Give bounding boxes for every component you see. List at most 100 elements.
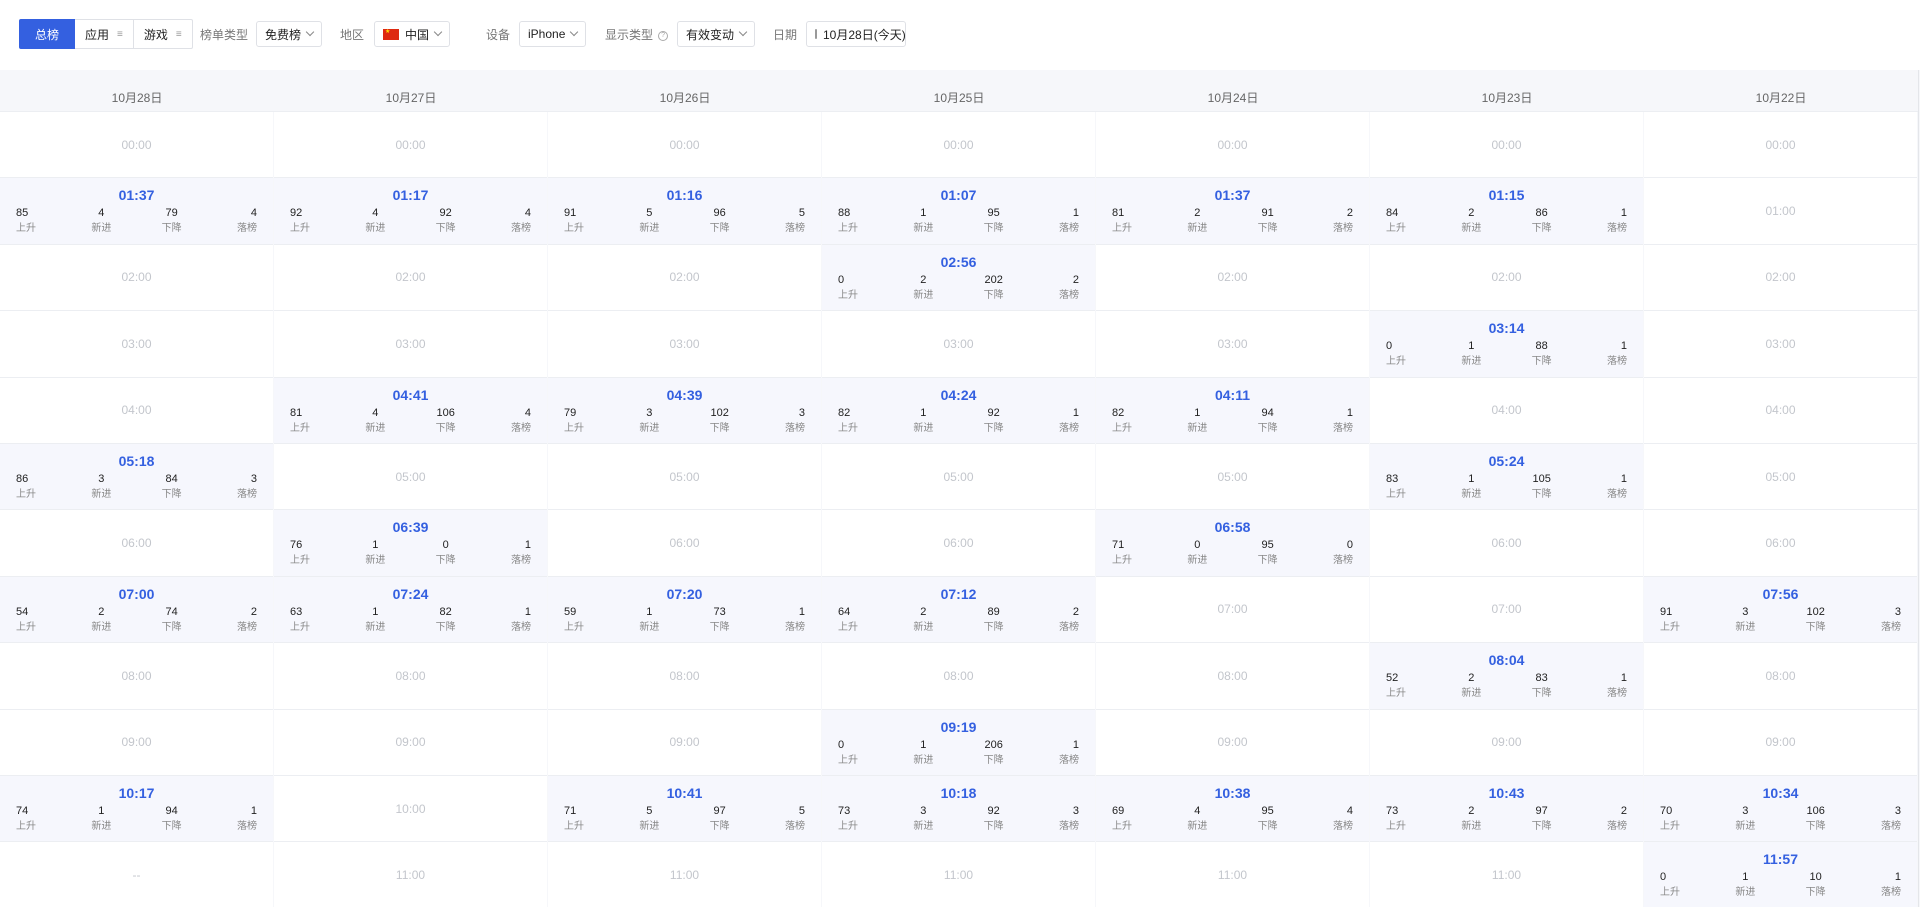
stat-label: 落榜 bbox=[1058, 422, 1079, 434]
change-stats: 84 上升 2 新进 86 下降 1 落榜 bbox=[1386, 207, 1627, 236]
update-cell[interactable]: 07:00 54 上升 2 新进 74 下降 2 落榜 bbox=[0, 576, 273, 644]
stat-label: 落榜 bbox=[1058, 223, 1079, 235]
dropped-stat: 1 落榜 bbox=[501, 606, 531, 635]
update-cell[interactable]: 07:20 59 上升 1 新进 73 下降 1 落榜 bbox=[548, 576, 821, 644]
stat-value: 2 bbox=[1346, 207, 1353, 220]
hour-slot-empty: 06:00 bbox=[1644, 510, 1917, 577]
update-cell[interactable]: 01:37 81 上升 2 新进 91 下降 2 落榜 bbox=[1096, 178, 1369, 245]
hour-label: 06:00 bbox=[943, 536, 974, 551]
update-cell[interactable]: 07:12 64 上升 2 新进 89 下降 2 落榜 bbox=[822, 576, 1095, 644]
stat-value: 2 bbox=[98, 605, 105, 618]
rise-stat: 71 上升 bbox=[1112, 539, 1142, 568]
update-cell[interactable]: 03:14 0 上升 1 新进 88 下降 1 落榜 bbox=[1370, 311, 1643, 378]
change-stats: 83 上升 1 新进 105 下降 1 落榜 bbox=[1386, 473, 1627, 502]
update-time: 01:16 bbox=[666, 187, 703, 204]
date-header: 10月27日 bbox=[274, 84, 548, 112]
update-cell[interactable]: 10:34 70 上升 3 新进 106 下降 3 落榜 bbox=[1644, 776, 1917, 843]
fall-stat: 102 下降 bbox=[1801, 606, 1831, 635]
update-cell[interactable]: 06:58 71 上升 0 新进 95 下降 0 落榜 bbox=[1096, 510, 1369, 577]
date-picker[interactable]: 10月28日(今天) bbox=[806, 21, 906, 47]
stat-label: 新进 bbox=[913, 621, 934, 633]
segment-overall[interactable]: 总榜 bbox=[19, 19, 76, 49]
stat-label: 落榜 bbox=[1880, 821, 1901, 832]
stat-label: 落榜 bbox=[1058, 754, 1079, 766]
stat-value: 1 bbox=[920, 207, 927, 220]
update-cell[interactable]: 01:15 84 上升 2 新进 86 下降 1 落榜 bbox=[1370, 178, 1643, 245]
update-cell[interactable]: 01:37 85 上升 4 新进 79 下降 4 落榜 bbox=[0, 178, 273, 245]
update-cell[interactable]: 01:07 88 上升 1 新进 95 下降 1 落榜 bbox=[822, 178, 1095, 245]
help-icon[interactable]: ? bbox=[658, 30, 669, 41]
dropped-stat: 1 落榜 bbox=[1049, 207, 1079, 236]
dropped-stat: 1 落榜 bbox=[1049, 407, 1079, 436]
rise-stat: 73 上升 bbox=[1386, 805, 1416, 834]
stat-value: 0 bbox=[838, 273, 845, 286]
update-time: 01:37 bbox=[118, 187, 155, 204]
stat-value: 73 bbox=[713, 605, 726, 618]
stat-label: 下降 bbox=[983, 289, 1004, 301]
stat-label: 新进 bbox=[91, 489, 112, 500]
stat-value: 91 bbox=[1660, 605, 1673, 618]
stat-label: 上升 bbox=[838, 223, 858, 235]
update-cell[interactable]: 02:56 0 上升 2 新进 202 下降 2 落榜 bbox=[822, 244, 1095, 312]
update-cell[interactable]: 04:41 81 上升 4 新进 106 下降 4 落榜 bbox=[274, 377, 547, 444]
stat-label: 落榜 bbox=[1332, 555, 1353, 567]
stat-label: 上升 bbox=[838, 621, 858, 633]
update-cell[interactable]: 06:39 76 上升 1 新进 0 下降 1 落榜 bbox=[274, 510, 547, 577]
stat-label: 上升 bbox=[16, 821, 36, 832]
stat-value: 91 bbox=[564, 207, 577, 220]
update-cell[interactable]: 04:11 82 上升 1 新进 94 下降 1 落榜 bbox=[1096, 377, 1369, 444]
update-cell[interactable]: 10:18 73 上升 3 新进 92 下降 3 落榜 bbox=[822, 776, 1095, 843]
update-cell[interactable]: 01:16 91 上升 5 新进 96 下降 5 落榜 bbox=[548, 178, 821, 245]
stat-value: 4 bbox=[98, 207, 105, 220]
stat-value: 83 bbox=[1386, 473, 1399, 485]
update-time: 04:41 bbox=[392, 386, 429, 403]
update-cell[interactable]: 04:24 82 上升 1 新进 92 下降 1 落榜 bbox=[822, 377, 1095, 444]
list-type-select[interactable]: 免费榜 bbox=[256, 21, 323, 47]
hour-slot-empty: 03:00 bbox=[822, 311, 1095, 378]
update-cell[interactable]: 07:24 63 上升 1 新进 82 下降 1 落榜 bbox=[274, 576, 547, 644]
change-stats: 69 上升 4 新进 95 下降 4 落榜 bbox=[1112, 805, 1353, 834]
update-cell[interactable]: 10:17 74 上升 1 新进 94 下降 1 落榜 bbox=[0, 776, 273, 843]
update-cell[interactable]: 07:56 91 上升 3 新进 102 下降 3 落榜 bbox=[1644, 576, 1917, 644]
update-cell[interactable]: 10:43 73 上升 2 新进 97 下降 2 落榜 bbox=[1370, 776, 1643, 843]
stat-label: 新进 bbox=[913, 821, 934, 832]
update-time: 10:17 bbox=[118, 785, 155, 801]
update-cell[interactable]: 05:24 83 上升 1 新进 105 下降 1 落榜 bbox=[1370, 444, 1643, 511]
device-select[interactable]: iPhone bbox=[519, 21, 587, 47]
update-time: 05:18 bbox=[118, 453, 155, 469]
display-type-select[interactable]: 有效变动 bbox=[677, 21, 756, 47]
update-cell[interactable]: 04:39 79 上升 3 新进 102 下降 3 落榜 bbox=[548, 377, 821, 444]
stat-label: 落榜 bbox=[1606, 489, 1627, 500]
hour-label: 03:00 bbox=[1765, 336, 1796, 351]
hour-label: 00:00 bbox=[669, 137, 700, 152]
stat-label: 落榜 bbox=[784, 422, 805, 434]
stat-value: 4 bbox=[250, 207, 257, 220]
segment-apps[interactable]: 应用 ≡ bbox=[75, 19, 134, 49]
stat-label: 落榜 bbox=[1332, 821, 1353, 832]
region-select[interactable]: 中国 bbox=[374, 21, 451, 47]
hour-label: 03:00 bbox=[1217, 336, 1248, 351]
stat-label: 落榜 bbox=[1606, 223, 1627, 235]
dropped-stat: 1 落榜 bbox=[1597, 207, 1627, 236]
update-cell[interactable]: 10:38 69 上升 4 新进 95 下降 4 落榜 bbox=[1096, 776, 1369, 843]
stat-label: 新进 bbox=[913, 422, 934, 434]
stat-value: 1 bbox=[798, 605, 805, 618]
dropped-stat: 2 落榜 bbox=[1049, 274, 1079, 303]
update-cell[interactable]: 05:18 86 上升 3 新进 84 下降 3 落榜 bbox=[0, 444, 273, 511]
update-cell[interactable]: 01:17 92 上升 4 新进 92 下降 4 落榜 bbox=[274, 178, 547, 245]
hour-slot-empty: 11:00 bbox=[274, 842, 547, 907]
hour-label: 11:00 bbox=[669, 868, 700, 883]
update-time: 07:20 bbox=[666, 585, 703, 602]
update-cell[interactable]: 10:41 71 上升 5 新进 97 下降 5 落榜 bbox=[548, 776, 821, 843]
update-cell[interactable]: 11:57 0 上升 1 新进 10 下降 1 落榜 bbox=[1644, 842, 1917, 907]
new-entry-stat: 3 新进 bbox=[1730, 805, 1760, 834]
segment-games[interactable]: 游戏 ≡ bbox=[133, 19, 193, 49]
new-entry-stat: 3 新进 bbox=[86, 473, 116, 502]
stat-value: 71 bbox=[564, 805, 577, 817]
update-cell[interactable]: 09:19 0 上升 1 新进 206 下降 1 落榜 bbox=[822, 709, 1095, 776]
fall-stat: 206 下降 bbox=[979, 739, 1009, 768]
calendar-icon bbox=[815, 29, 817, 39]
update-cell[interactable]: 08:04 52 上升 2 新进 83 下降 1 落榜 bbox=[1370, 643, 1643, 710]
new-entry-stat: 1 新进 bbox=[86, 805, 116, 834]
stat-value: 82 bbox=[1112, 406, 1125, 419]
